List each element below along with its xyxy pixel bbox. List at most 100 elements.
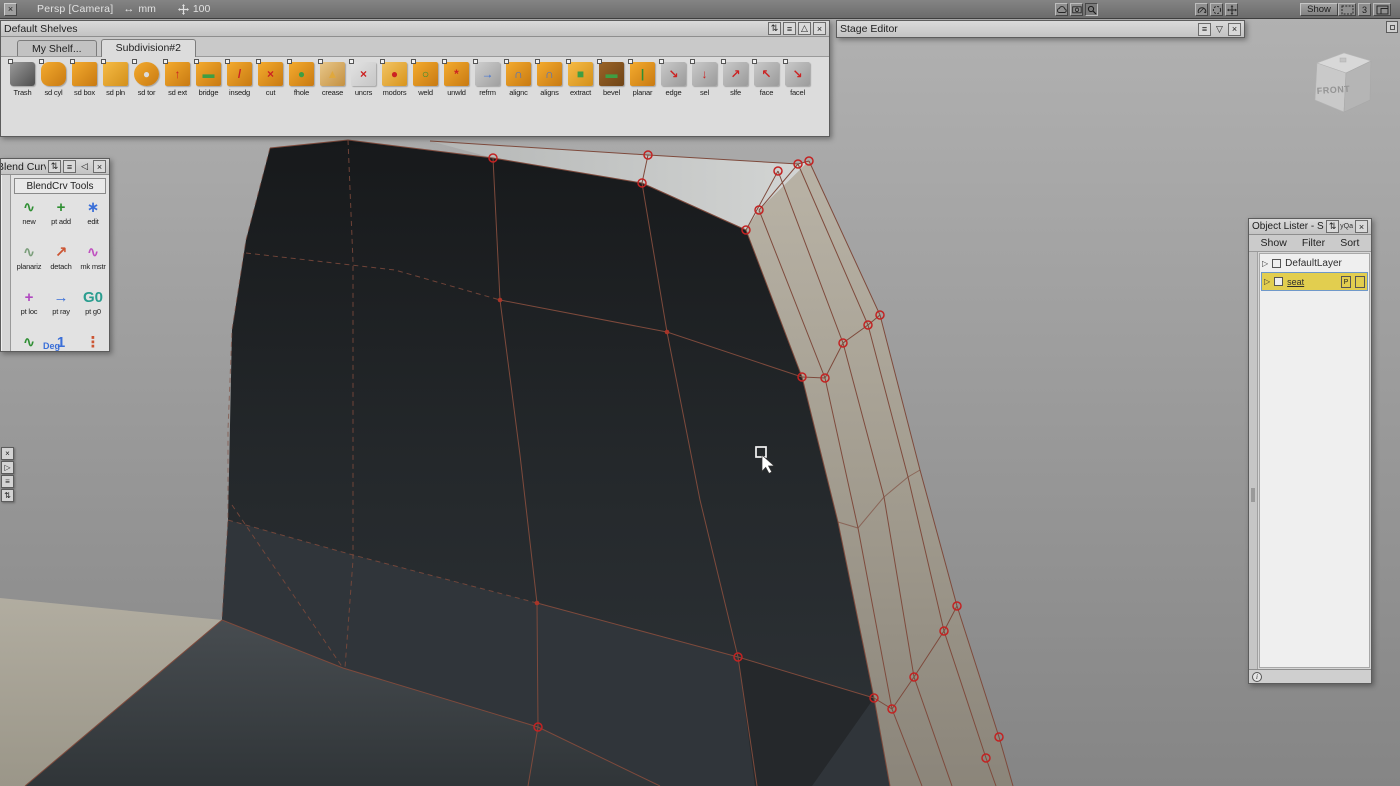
palette-tool[interactable]: + pt loc — [13, 286, 45, 331]
tab-my-shelf[interactable]: My Shelf... — [17, 40, 97, 56]
shelf-tool[interactable]: ● fhole — [286, 62, 317, 97]
pan-cross-icon[interactable] — [1225, 3, 1238, 16]
close-icon[interactable]: × — [1, 447, 14, 460]
chevron-left-icon[interactable]: ◁ — [78, 160, 91, 173]
tool-option-box[interactable] — [659, 59, 664, 64]
layer-checkbox[interactable] — [1272, 259, 1281, 268]
palette-tool[interactable]: ⋮ — [77, 331, 109, 352]
tool-option-box[interactable] — [132, 59, 137, 64]
object-checkbox[interactable] — [1274, 277, 1283, 286]
pages-button[interactable]: 3 — [1358, 3, 1371, 16]
shelf-tool[interactable]: ↘ facel — [782, 62, 813, 97]
tool-option-box[interactable] — [690, 59, 695, 64]
shelf-tool-icon[interactable] — [10, 62, 35, 86]
palette-tool[interactable]: → pt ray — [45, 286, 77, 331]
shelf-tool[interactable]: × uncrs — [348, 62, 379, 97]
shelves-titlebar[interactable]: Default Shelves ⇅ ≡ △ × — [1, 21, 829, 37]
show-button[interactable]: Show — [1300, 3, 1338, 16]
tool-option-box[interactable] — [597, 59, 602, 64]
shelf-tool[interactable]: ↘ edge — [658, 62, 689, 97]
list-icon[interactable]: ≡ — [1198, 23, 1211, 36]
shelf-tool[interactable]: → refrm — [472, 62, 503, 97]
shelf-tool-icon[interactable]: ● — [382, 62, 407, 86]
shelf-tool-icon[interactable]: ▬ — [196, 62, 221, 86]
tool-option-box[interactable] — [628, 59, 633, 64]
palette-tool[interactable]: ∗ edit — [77, 196, 109, 241]
shelf-tool-icon[interactable]: * — [444, 62, 469, 86]
view-cube[interactable]: FRONT — [1315, 53, 1371, 112]
tool-option-box[interactable] — [783, 59, 788, 64]
shelf-tool[interactable]: sd pln — [100, 62, 131, 97]
shelf-tool[interactable]: ▬ bevel — [596, 62, 627, 97]
expander-icon[interactable]: ▷ — [1262, 259, 1268, 268]
shelf-tool[interactable]: ● sd tor — [131, 62, 162, 97]
shelf-tool-icon[interactable]: ○ — [413, 62, 438, 86]
shelf-tool-icon[interactable]: ↓ — [692, 62, 717, 86]
spinner-icon[interactable]: ⇅ — [768, 22, 781, 35]
tool-option-box[interactable] — [535, 59, 540, 64]
shelf-tool-icon[interactable]: → — [475, 62, 500, 86]
palette-tab[interactable]: BlendCrv Tools — [14, 178, 106, 194]
shelf-tool-icon[interactable]: ∩ — [537, 62, 562, 86]
shelf-tool-icon[interactable] — [41, 62, 66, 86]
palette-tool[interactable]: ∿ — [13, 331, 45, 352]
shelf-tool[interactable]: ▬ bridge — [193, 62, 224, 97]
shelf-tool[interactable]: Trash — [7, 62, 38, 97]
stage-editor-titlebar[interactable]: Stage Editor ≡ ▽ × — [837, 21, 1244, 37]
window-layout-icon[interactable] — [1373, 3, 1391, 16]
tool-option-box[interactable] — [566, 59, 571, 64]
close-icon[interactable]: × — [1228, 23, 1241, 36]
shelf-tool-icon[interactable] — [72, 62, 97, 86]
tool-option-box[interactable] — [721, 59, 726, 64]
shelf-tool[interactable]: ↑ sd ext — [162, 62, 193, 97]
palette-tool[interactable]: ↗ detach — [45, 241, 77, 286]
menu-item[interactable]: Sort — [1340, 237, 1359, 249]
shelf-tool[interactable]: ■ extract — [565, 62, 596, 97]
close-icon[interactable]: × — [813, 22, 826, 35]
shelf-tool[interactable]: sd box — [69, 62, 100, 97]
shelf-tool-icon[interactable]: ▲ — [320, 62, 345, 86]
close-icon[interactable]: × — [1355, 220, 1368, 233]
tool-option-box[interactable] — [70, 59, 75, 64]
shelf-tool-icon[interactable]: ● — [289, 62, 314, 86]
tool-option-box[interactable] — [287, 59, 292, 64]
menu-item[interactable]: Filter — [1302, 237, 1325, 249]
shelf-tool[interactable]: / insedg — [224, 62, 255, 97]
list-icon[interactable]: ≡ — [1, 475, 14, 488]
expander-icon[interactable]: ▷ — [1264, 277, 1270, 286]
circle-marquee-icon[interactable] — [1210, 3, 1223, 16]
shelf-tool-icon[interactable]: ↖ — [754, 62, 779, 86]
shelf-tool[interactable]: × cut — [255, 62, 286, 97]
tool-option-box[interactable] — [349, 59, 354, 64]
shelf-tool[interactable]: ▲ crease — [317, 62, 348, 97]
tool-option-box[interactable] — [318, 59, 323, 64]
shelf-tool-icon[interactable] — [103, 62, 128, 86]
shelf-tool-icon[interactable]: × — [258, 62, 283, 86]
close-icon[interactable]: × — [4, 3, 17, 16]
shelf-tool-icon[interactable]: / — [227, 62, 252, 86]
tool-option-box[interactable] — [101, 59, 106, 64]
collapse-icon[interactable]: △ — [798, 22, 811, 35]
shelf-tool-icon[interactable]: | — [630, 62, 655, 86]
chevron-down-icon[interactable]: ▽ — [1213, 23, 1226, 36]
shelf-tool[interactable]: ↓ sel — [689, 62, 720, 97]
tool-option-box[interactable] — [256, 59, 261, 64]
camera-icon[interactable] — [1070, 3, 1083, 16]
shelf-tool[interactable]: * unwld — [441, 62, 472, 97]
scrollbar-handle[interactable] — [1251, 488, 1255, 502]
shelf-tool[interactable]: ↗ slfe — [720, 62, 751, 97]
visibility-badge[interactable] — [1355, 276, 1365, 288]
twist-icon[interactable] — [1195, 3, 1208, 16]
tool-option-box[interactable] — [8, 59, 13, 64]
shelf-tool[interactable]: ↖ face — [751, 62, 782, 97]
palette-tool[interactable]: G0 pt g0 — [77, 286, 109, 331]
palette-tool[interactable]: ∿ planariz — [13, 241, 45, 286]
object-lister-titlebar[interactable]: Object Lister - S ⇅ yQa × — [1249, 219, 1371, 235]
shelf-tool-icon[interactable]: ▬ — [599, 62, 624, 86]
shelf-tool-icon[interactable]: ■ — [568, 62, 593, 86]
tool-option-box[interactable] — [194, 59, 199, 64]
shelf-tool[interactable]: | planar — [627, 62, 658, 97]
magnifier-icon[interactable] — [1085, 3, 1098, 16]
shelf-tool-icon[interactable]: ↑ — [165, 62, 190, 86]
tree-row-defaultlayer[interactable]: ▷ DefaultLayer — [1260, 254, 1369, 272]
